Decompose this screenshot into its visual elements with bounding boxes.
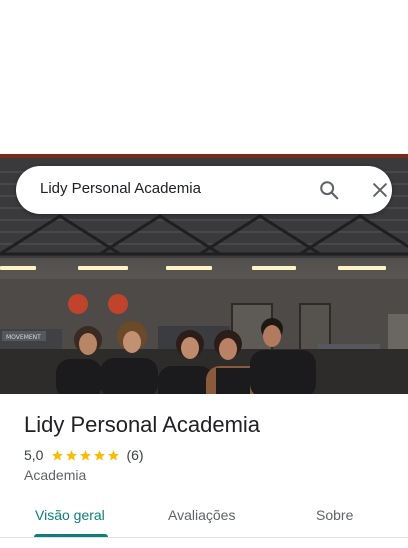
- search-icon[interactable]: [318, 179, 340, 201]
- rating-value: 5,0: [24, 447, 44, 463]
- star-icon: [94, 449, 106, 460]
- star-icon: [80, 449, 92, 460]
- tab-reviews[interactable]: Avaliações: [168, 507, 235, 523]
- search-input[interactable]: Lidy Personal Academia: [40, 180, 201, 197]
- tab-overview[interactable]: Visão geral: [35, 507, 105, 523]
- star-icon: [66, 449, 78, 460]
- star-icon: [108, 449, 120, 460]
- review-count[interactable]: (6): [126, 447, 143, 463]
- star-icon: [52, 449, 64, 460]
- tab-about[interactable]: Sobre: [316, 507, 353, 523]
- equipment-label: MOVEMENT: [6, 334, 41, 341]
- tabs-divider: [0, 537, 408, 538]
- rating-row[interactable]: 5,0 (6): [24, 446, 144, 464]
- rating-stars: [51, 449, 121, 462]
- place-tabs: Visão geral Avaliações Sobre: [0, 494, 408, 538]
- close-icon[interactable]: [370, 180, 390, 200]
- place-category[interactable]: Academia: [24, 467, 86, 483]
- place-title: Lidy Personal Academia: [24, 412, 261, 437]
- map-blank-area: [0, 0, 408, 154]
- search-bar[interactable]: Lidy Personal Academia: [16, 166, 392, 214]
